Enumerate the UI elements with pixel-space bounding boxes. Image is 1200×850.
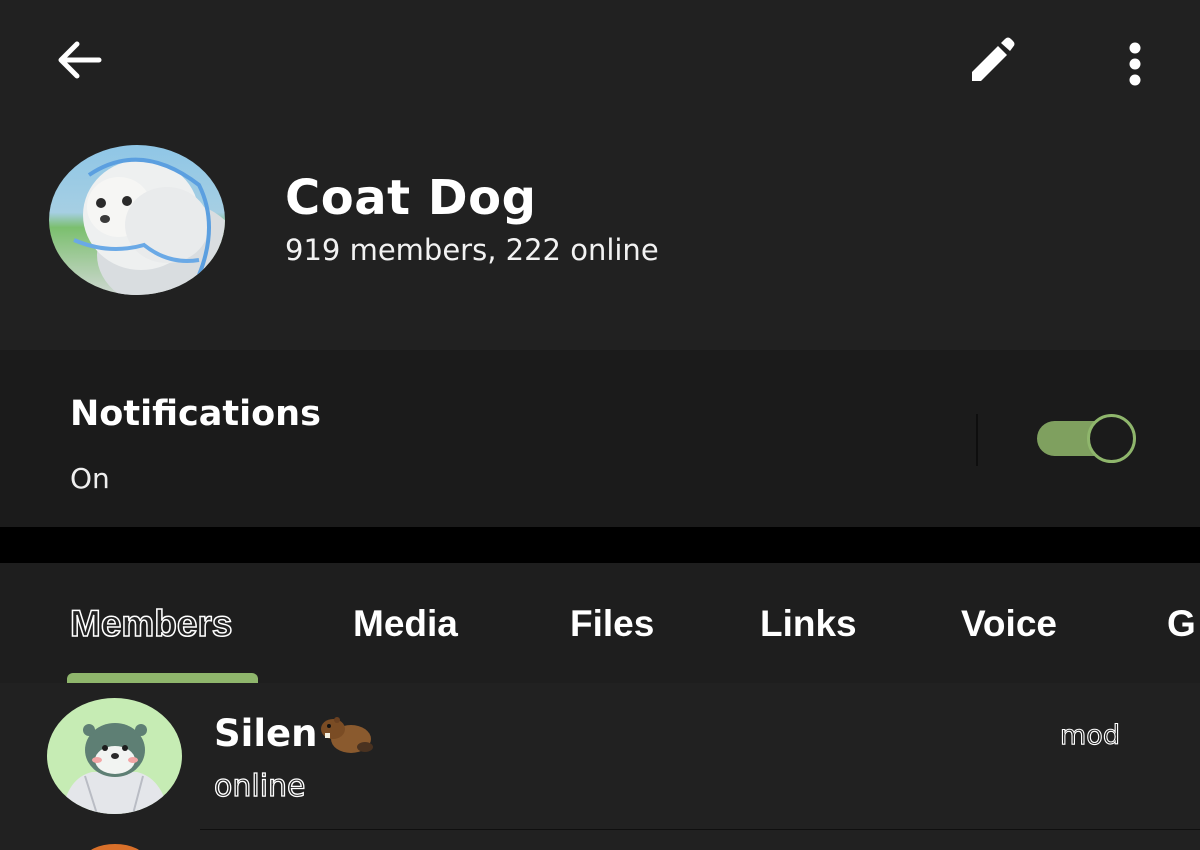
pencil-icon [972, 37, 1015, 81]
group-avatar[interactable] [49, 145, 225, 295]
otter-avatar-icon [47, 698, 182, 814]
edit-button[interactable] [958, 27, 1022, 91]
member-count: 919 members, 222 online [285, 233, 659, 267]
tab-media[interactable]: Media [353, 603, 458, 645]
member-role-badge: mod [1059, 719, 1120, 751]
member-status: online [213, 768, 306, 804]
arrow-left-icon [58, 41, 102, 79]
more-vertical-icon [1129, 42, 1141, 86]
vertical-divider [976, 414, 978, 466]
tab-members[interactable]: Members [69, 602, 233, 645]
avatar[interactable] [85, 844, 145, 850]
toggle-knob [1087, 414, 1136, 463]
beaver-icon [319, 711, 374, 755]
notifications-label: Notifications [70, 394, 321, 434]
active-tab-indicator [67, 673, 258, 683]
row-divider [200, 829, 1200, 830]
tab-voice[interactable]: Voice [961, 603, 1057, 645]
notifications-status: On [70, 462, 110, 495]
member-name: Silen [214, 711, 374, 755]
dog-photo-icon [49, 145, 225, 295]
avatar[interactable] [47, 698, 182, 814]
section-separator [0, 527, 1200, 563]
tab-bar: Members Media Files Links Voice G [0, 563, 1200, 683]
notifications-toggle[interactable] [1037, 414, 1138, 463]
group-info-screen: Coat Dog 919 members, 222 online Notific… [0, 0, 1200, 850]
profile-header: Coat Dog 919 members, 222 online [0, 0, 1200, 350]
group-title: Coat Dog [285, 170, 537, 226]
member-name-text: Silen [214, 711, 318, 755]
members-list: Silen online mod [0, 683, 1200, 850]
tab-gifs[interactable]: G [1167, 603, 1196, 645]
back-button[interactable] [47, 27, 111, 91]
more-options-button[interactable] [1099, 27, 1163, 91]
tab-files[interactable]: Files [570, 603, 654, 645]
notifications-row[interactable]: Notifications On [0, 350, 1200, 527]
list-item[interactable]: Silen online mod [0, 683, 1200, 830]
tab-links[interactable]: Links [760, 603, 857, 645]
